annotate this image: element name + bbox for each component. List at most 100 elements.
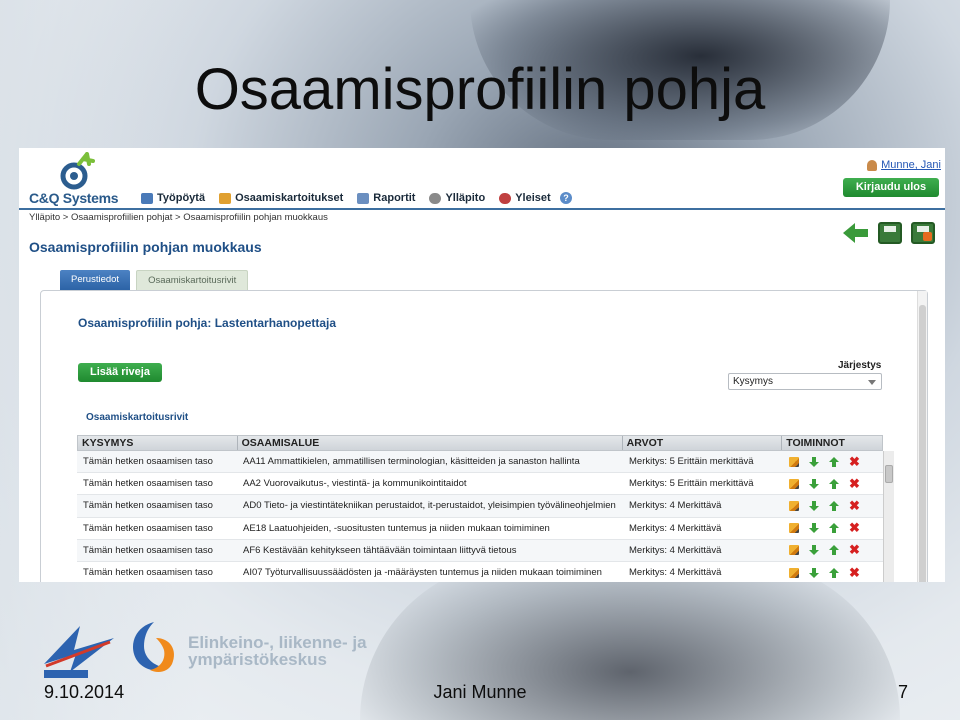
table-row[interactable]: Tämän hetken osaamisen taso AE18 Laatuohj… xyxy=(77,518,883,540)
nav-osaamiskartoitukset[interactable]: Osaamiskartoitukset xyxy=(219,192,343,204)
move-down-arrow-icon[interactable] xyxy=(809,545,819,556)
table-row[interactable]: Tämän hetken osaamisen taso AF6 Kestävään… xyxy=(77,539,883,562)
scrollbar-thumb[interactable] xyxy=(919,305,926,582)
alvar-logo-icon xyxy=(44,626,114,678)
table-row[interactable]: Tämän hetken osaamisen taso AA11 Ammattik… xyxy=(77,451,883,474)
delete-x-icon[interactable]: ✖ xyxy=(849,543,860,556)
ely-line-1: Elinkeino-, liikenne- ja xyxy=(188,633,367,652)
nav-label: Työpöytä xyxy=(157,192,206,204)
edit-pencil-icon[interactable] xyxy=(789,567,799,578)
tab-perustiedot[interactable]: Perustiedot xyxy=(60,270,131,290)
user-link[interactable]: Munne, Jani xyxy=(867,159,941,171)
brand-name: C&Q Systems xyxy=(29,190,119,206)
move-up-arrow-icon[interactable] xyxy=(829,523,839,534)
competence-area-cell: AA11 Ammattikielen, ammatillisen termino… xyxy=(243,456,580,467)
edit-pencil-icon[interactable] xyxy=(789,545,799,556)
breadcrumb: Ylläpito > Osaamisprofiilien pohjat > Os… xyxy=(29,212,328,223)
table-scrollbar[interactable] xyxy=(883,451,894,582)
header-divider xyxy=(19,208,945,210)
gear-icon xyxy=(429,192,442,204)
footer-author: Jani Munne xyxy=(433,682,527,702)
competence-area-cell: AE18 Laatuohjeiden, -suositusten tuntemu… xyxy=(243,522,550,534)
add-rows-button[interactable]: Lisää riveja xyxy=(78,363,162,382)
competence-area-cell: AF6 Kestävään kehitykseen tähtäävään toi… xyxy=(243,544,517,556)
edit-pencil-icon[interactable] xyxy=(789,456,799,467)
value-cell: Merkitys: 4 Merkittävä xyxy=(629,522,722,534)
nav-raportit[interactable]: Raportit xyxy=(357,192,415,204)
move-down-arrow-icon[interactable] xyxy=(809,567,819,578)
sort-value: Kysymys xyxy=(733,376,773,387)
question-cell: Tämän hetken osaamisen taso xyxy=(83,522,213,534)
content-panel: Osaamisprofiilin pohja: Lastentarhanopet… xyxy=(40,290,928,582)
desktop-icon xyxy=(141,192,153,204)
move-down-arrow-icon[interactable] xyxy=(809,478,819,489)
row-actions: ✖ xyxy=(783,518,883,539)
sort-label: Järjestys xyxy=(838,360,882,371)
competence-area-cell: AI07 Työturvallisuussäädösten ja -määräy… xyxy=(243,566,602,578)
delete-x-icon[interactable]: ✖ xyxy=(849,455,860,468)
value-cell: Merkitys: 4 Merkittävä xyxy=(629,566,722,578)
delete-x-icon[interactable]: ✖ xyxy=(849,477,860,490)
panel-scrollbar[interactable] xyxy=(917,291,927,582)
page-actions xyxy=(843,222,935,244)
move-up-arrow-icon[interactable] xyxy=(829,567,839,578)
rows-subheading: Osaamiskartoitusrivit xyxy=(86,412,189,423)
tab-osaamiskartoitusrivit[interactable]: Osaamiskartoitusrivit xyxy=(136,270,249,290)
table-row[interactable]: Tämän hetken osaamisen taso AI07 Työturva… xyxy=(77,562,883,582)
document-icon xyxy=(219,192,232,204)
table-header: KYSYMYS OSAAMISALUE ARVOT TOIMINNOT xyxy=(77,435,883,451)
question-cell: Tämän hetken osaamisen taso xyxy=(83,566,213,578)
move-down-arrow-icon[interactable] xyxy=(809,500,819,511)
panel-title: Osaamisprofiilin pohja: Lastentarhanopet… xyxy=(78,316,337,330)
row-actions: ✖ xyxy=(783,540,883,561)
ely-logo-icon xyxy=(132,622,175,672)
move-up-arrow-icon[interactable] xyxy=(829,456,839,467)
delete-x-icon[interactable]: ✖ xyxy=(849,566,860,579)
report-icon xyxy=(357,192,370,204)
nav-label: Ylläpito xyxy=(445,192,486,204)
user-name: Munne, Jani xyxy=(881,159,941,171)
nav-yleiset[interactable]: Yleiset xyxy=(499,192,551,204)
nav-yllapito[interactable]: Ylläpito xyxy=(429,192,485,204)
row-actions: ✖ xyxy=(783,451,883,472)
column-header[interactable]: TOIMINNOT xyxy=(782,436,882,450)
column-header[interactable]: OSAAMISALUE xyxy=(238,436,623,450)
delete-x-icon[interactable]: ✖ xyxy=(849,521,860,534)
column-header[interactable]: ARVOT xyxy=(623,436,783,450)
save-and-close-icon[interactable] xyxy=(911,222,935,244)
app-screenshot: C&Q Systems Työpöytä Osaamiskartoitukset… xyxy=(19,148,945,582)
delete-x-icon[interactable]: ✖ xyxy=(849,499,860,512)
edit-pencil-icon[interactable] xyxy=(789,478,799,489)
chevron-down-icon xyxy=(868,380,876,385)
nav-tyopoyta[interactable]: Työpöytä xyxy=(141,192,205,204)
page-heading: Osaamisprofiilin pohjan muokkaus xyxy=(29,239,262,255)
nav-label: Raportit xyxy=(373,192,416,204)
help-icon[interactable]: ? xyxy=(560,192,572,204)
move-up-arrow-icon[interactable] xyxy=(829,500,839,511)
competence-area-cell: AA2 Vuorovaikutus-, viestintä- ja kommun… xyxy=(243,478,467,490)
back-arrow-icon[interactable] xyxy=(843,222,869,244)
sort-select[interactable]: Kysymys xyxy=(728,373,882,390)
scrollbar-thumb[interactable] xyxy=(885,465,893,483)
row-actions: ✖ xyxy=(783,495,883,516)
column-header[interactable]: KYSYMYS xyxy=(78,436,238,450)
move-up-arrow-icon[interactable] xyxy=(829,478,839,489)
edit-pencil-icon[interactable] xyxy=(789,500,799,511)
save-icon[interactable] xyxy=(878,222,902,244)
logout-button[interactable]: Kirjaudu ulos xyxy=(843,178,939,197)
value-cell: Merkitys: 5 Erittäin merkittävä xyxy=(629,456,754,467)
nav-label: Osaamiskartoitukset xyxy=(235,192,344,204)
table-row[interactable]: Tämän hetken osaamisen taso AA2 Vuorovaik… xyxy=(77,473,883,496)
question-cell: Tämän hetken osaamisen taso xyxy=(83,456,213,467)
ely-line-2: ympäristökeskus xyxy=(188,650,327,669)
move-down-arrow-icon[interactable] xyxy=(809,456,819,467)
rows-table: KYSYMYS OSAAMISALUE ARVOT TOIMINNOT Tämä… xyxy=(77,435,894,582)
page-number: 7 xyxy=(897,682,908,702)
main-nav: Työpöytä Osaamiskartoitukset Raportit Yl… xyxy=(141,192,551,204)
table-row[interactable]: Tämän hetken osaamisen taso AD0 Tieto- ja… xyxy=(77,495,883,518)
edit-pencil-icon[interactable] xyxy=(789,523,799,534)
move-up-arrow-icon[interactable] xyxy=(829,545,839,556)
question-cell: Tämän hetken osaamisen taso xyxy=(83,500,213,512)
move-down-arrow-icon[interactable] xyxy=(809,523,819,534)
table-body: Tämän hetken osaamisen taso AA11 Ammattik… xyxy=(77,451,883,582)
